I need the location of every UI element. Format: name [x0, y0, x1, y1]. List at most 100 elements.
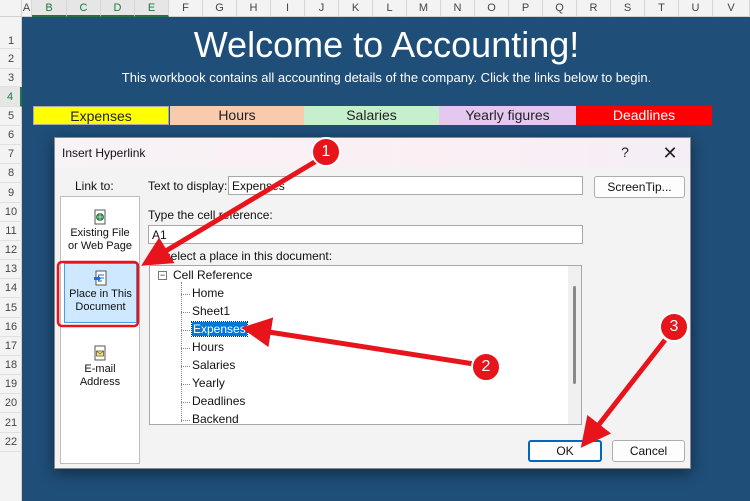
tree-connector [181, 312, 190, 313]
column-header[interactable]: Q [543, 0, 577, 17]
row-header[interactable]: 1 [0, 17, 22, 49]
place-in-document-label: Or select a place in this document: [148, 249, 333, 263]
column-header[interactable]: C [67, 0, 101, 17]
document-place-tree[interactable]: − Cell Reference Home Sheet1 Expenses Hou… [149, 265, 582, 425]
tree-item-deadlines[interactable]: Deadlines [192, 394, 245, 408]
collapse-icon[interactable]: − [158, 271, 167, 280]
row-header[interactable]: 9 [0, 183, 22, 203]
column-header[interactable]: G [203, 0, 237, 17]
row-header[interactable]: 2 [0, 49, 22, 69]
row-header[interactable]: 4 [0, 87, 22, 107]
cancel-button[interactable]: Cancel [612, 440, 685, 462]
row-header[interactable]: 18 [0, 356, 22, 375]
row-header[interactable]: 7 [0, 145, 22, 164]
column-header[interactable]: D [101, 0, 135, 17]
column-header[interactable]: N [441, 0, 475, 17]
sheet-title: Welcome to Accounting! [193, 24, 580, 65]
link-option-email-address[interactable]: E-mail Address [61, 345, 139, 389]
row-header[interactable]: 17 [0, 337, 22, 356]
row-header[interactable]: 21 [0, 413, 22, 433]
tree-connector [181, 420, 190, 421]
row-header[interactable]: 15 [0, 298, 22, 318]
link-option-label-line: Document [75, 301, 126, 313]
row-header[interactable]: 13 [0, 260, 22, 279]
email-icon [94, 345, 106, 361]
tree-connector [181, 294, 190, 295]
nav-cell-yearly-figures[interactable]: Yearly figures [439, 106, 576, 125]
row-header[interactable]: 12 [0, 241, 22, 260]
link-option-label-line: or Web Page [67, 240, 132, 252]
nav-cell-expenses[interactable]: Expenses [33, 106, 169, 125]
column-header[interactable]: P [509, 0, 543, 17]
tree-scrollbar[interactable] [568, 266, 581, 424]
tree-connector [181, 348, 190, 349]
place-in-document-icon [93, 270, 106, 286]
cell-reference-label: Type the cell reference: [148, 208, 273, 222]
tree-item-sheet1[interactable]: Sheet1 [192, 304, 230, 318]
close-button[interactable]: ✕ [659, 142, 681, 164]
text-to-display-input[interactable]: Expenses [228, 176, 583, 195]
tree-node-cell-reference[interactable]: − Cell Reference [158, 268, 252, 282]
column-header[interactable]: U [679, 0, 713, 17]
tree-item-backend[interactable]: Backend [192, 412, 239, 424]
column-header[interactable]: S [611, 0, 645, 17]
nav-cell-salaries[interactable]: Salaries [304, 106, 439, 125]
row-header[interactable]: 6 [0, 126, 22, 145]
dialog-title: Insert Hyperlink [62, 146, 146, 160]
column-header[interactable]: V [713, 0, 750, 17]
row-header[interactable]: 19 [0, 375, 22, 394]
ok-button[interactable]: OK [528, 440, 602, 462]
column-header[interactable]: E [135, 0, 169, 17]
link-option-label-line: E-mail [84, 363, 116, 375]
insert-hyperlink-dialog: Insert Hyperlink ? ✕ Link to: Existing F… [54, 137, 691, 469]
tree-connector [181, 282, 182, 422]
row-header[interactable]: 11 [0, 222, 22, 241]
column-header[interactable]: I [271, 0, 305, 17]
help-button[interactable]: ? [615, 144, 635, 162]
column-header[interactable]: O [475, 0, 509, 17]
tree-item-expenses[interactable]: Expenses [191, 321, 248, 337]
select-all-corner[interactable] [0, 0, 22, 17]
row-header[interactable]: 5 [0, 107, 22, 126]
column-header[interactable]: B [32, 0, 67, 17]
text-to-display-label: Text to display: [148, 179, 228, 193]
tree-connector [181, 402, 190, 403]
row-header[interactable]: 22 [0, 433, 22, 452]
tree-item-salaries[interactable]: Salaries [192, 358, 235, 372]
link-to-label: Link to: [75, 179, 114, 193]
row-header[interactable]: 10 [0, 203, 22, 222]
row-header[interactable]: 8 [0, 164, 22, 183]
column-header[interactable]: M [407, 0, 441, 17]
dialog-titlebar[interactable]: Insert Hyperlink ? ✕ [55, 138, 690, 168]
column-header[interactable]: H [237, 0, 271, 17]
tree-item-home[interactable]: Home [192, 286, 224, 300]
row-header[interactable]: 16 [0, 318, 22, 337]
cell-reference-input[interactable]: A1 [148, 225, 583, 244]
column-header[interactable]: A [22, 0, 32, 17]
screentip-button[interactable]: ScreenTip... [594, 176, 685, 198]
annotation-badge-1: 1 [311, 137, 341, 167]
row-header[interactable]: 14 [0, 279, 22, 298]
nav-cell-deadlines[interactable]: Deadlines [576, 106, 712, 125]
column-header-bar: A B C D E F G H I J K L M N O P Q R S T … [0, 0, 750, 17]
column-header[interactable]: L [373, 0, 407, 17]
annotation-badge-2: 2 [471, 352, 501, 382]
sheet-subtitle: This workbook contains all accounting de… [121, 70, 652, 85]
column-header[interactable]: T [645, 0, 679, 17]
tree-node-label: Cell Reference [173, 268, 253, 282]
link-option-label-line: Address [79, 376, 121, 388]
tree-item-hours[interactable]: Hours [192, 340, 224, 354]
row-header-bar: 1 2 3 4 5 6 7 8 9 10 11 12 13 14 15 16 1… [0, 17, 22, 501]
column-header[interactable]: J [305, 0, 339, 17]
row-header[interactable]: 20 [0, 394, 22, 413]
row-header[interactable]: 3 [0, 69, 22, 87]
column-header[interactable]: F [169, 0, 203, 17]
tree-item-yearly[interactable]: Yearly [192, 376, 225, 390]
existing-file-icon [94, 209, 106, 225]
column-header[interactable]: R [577, 0, 611, 17]
link-option-existing-file[interactable]: Existing File or Web Page [61, 209, 139, 253]
scrollbar-thumb[interactable] [573, 286, 576, 384]
link-option-place-in-document[interactable]: Place in This Document [64, 263, 137, 323]
nav-cell-hours[interactable]: Hours [170, 106, 304, 125]
column-header[interactable]: K [339, 0, 373, 17]
